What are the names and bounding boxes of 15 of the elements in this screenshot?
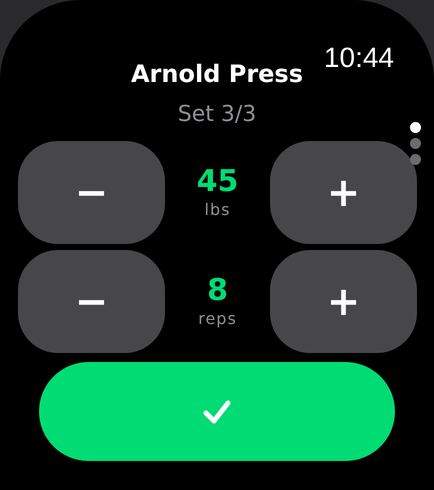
checkmark-icon xyxy=(202,398,232,424)
increment-button[interactable]: + xyxy=(270,141,417,244)
set-counter: Set 3/3 xyxy=(178,101,256,129)
decrement-button[interactable]: − xyxy=(18,141,165,244)
stepper-unit: reps xyxy=(198,308,237,330)
increment-button[interactable]: + xyxy=(270,250,417,353)
page-dot[interactable] xyxy=(410,154,421,165)
exercise-title: Arnold Press xyxy=(130,59,304,90)
stepper-value: 8 xyxy=(207,274,228,308)
status-time: 10:44 xyxy=(324,42,394,74)
page-dot[interactable] xyxy=(410,138,421,149)
decrement-button[interactable]: − xyxy=(18,250,165,353)
stepper-value: 45 xyxy=(196,164,238,198)
page-dot[interactable] xyxy=(410,122,421,133)
stepper-unit: lbs xyxy=(204,198,230,220)
